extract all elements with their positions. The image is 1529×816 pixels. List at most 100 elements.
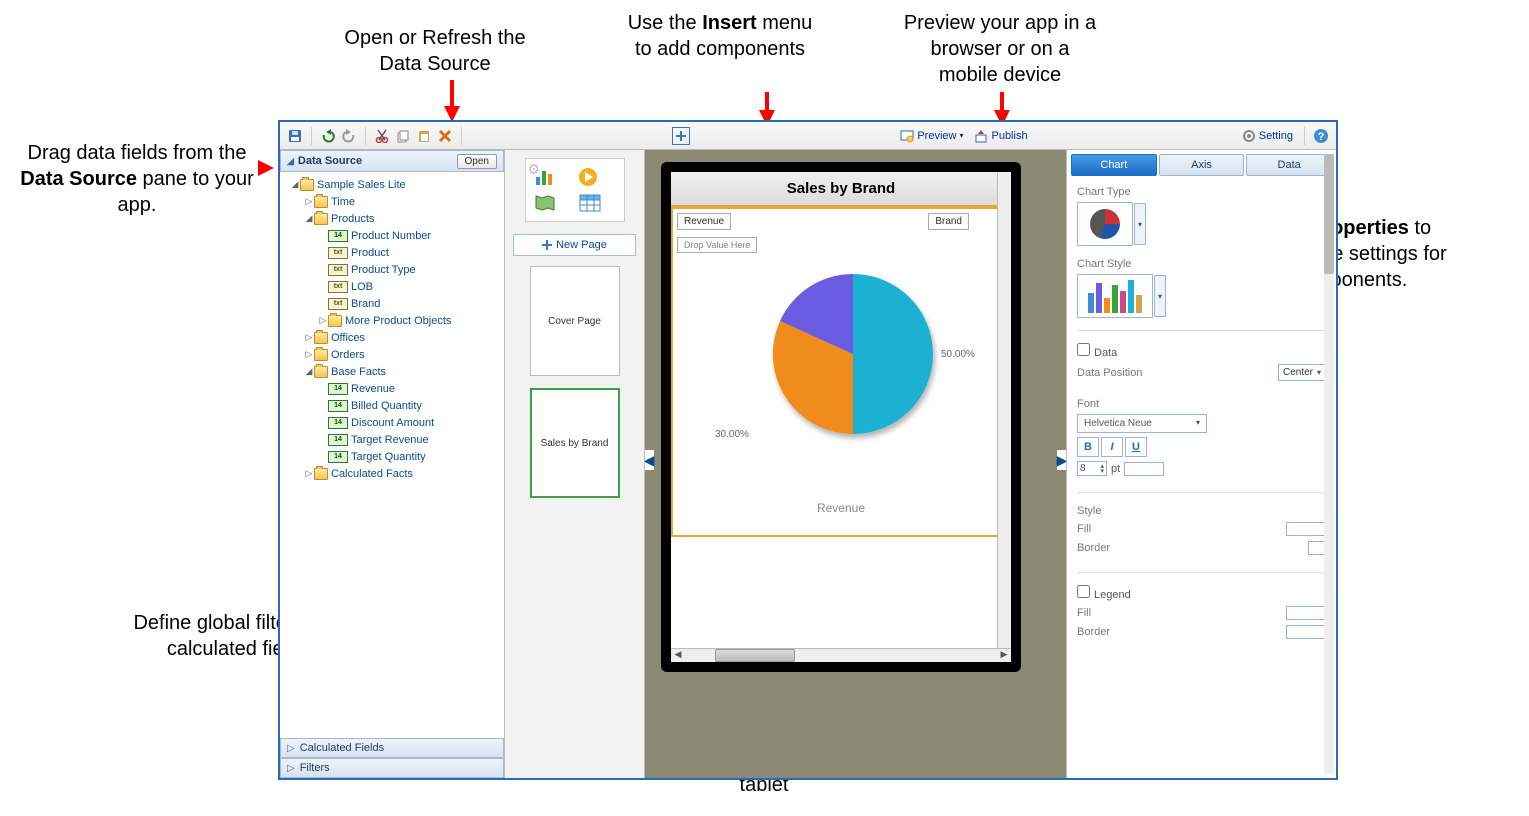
tree-folder-products[interactable]: ◢Products (282, 210, 502, 227)
collapse-left-icon[interactable]: ◀ (645, 450, 654, 470)
tree-folder-calc-facts[interactable]: ▷Calculated Facts (282, 465, 502, 482)
legend-fill-label: Fill (1077, 607, 1280, 619)
callout-open-refresh: Open or Refresh the Data Source (335, 25, 535, 77)
chevron-down-icon[interactable]: ▾ (1134, 203, 1146, 245)
publish-button[interactable]: Publish (970, 127, 1031, 145)
tree-folder-orders[interactable]: ▷Orders (282, 346, 502, 363)
page-thumb-sales-brand[interactable]: Sales by Brand (530, 388, 620, 498)
chart-type-selector[interactable]: ▾ (1077, 202, 1133, 246)
font-size-input[interactable]: 8▴▾ (1077, 461, 1107, 476)
cut-icon[interactable] (373, 127, 391, 145)
map-icon[interactable] (534, 193, 558, 213)
tab-chart[interactable]: Chart (1071, 154, 1157, 176)
tree-field[interactable]: 14Product Number (282, 227, 502, 244)
y-axis-field[interactable]: Revenue (677, 213, 731, 230)
bar-icon (1128, 280, 1134, 313)
vertical-scrollbar[interactable] (997, 172, 1011, 648)
insert-icon[interactable] (672, 127, 690, 145)
arrow-line (450, 80, 454, 108)
font-color-swatch[interactable] (1124, 462, 1164, 476)
tree-field[interactable]: 14Discount Amount (282, 414, 502, 431)
legend-border-swatch[interactable] (1286, 625, 1326, 639)
bar-icon (1088, 293, 1094, 313)
tree-root[interactable]: ◢Sample Sales Lite (282, 176, 502, 193)
redo-icon[interactable] (340, 127, 358, 145)
border-label: Border (1077, 542, 1302, 554)
save-icon[interactable] (286, 127, 304, 145)
horizontal-scrollbar[interactable]: ◀▶ (671, 648, 1011, 662)
legend-checkbox[interactable] (1077, 585, 1090, 598)
new-page-button[interactable]: New Page (513, 234, 636, 256)
italic-button[interactable]: I (1101, 437, 1123, 457)
data-source-header[interactable]: ◢ Data Source Open (280, 150, 504, 172)
legend-section-label: Legend (1094, 589, 1131, 601)
font-family-select[interactable]: Helvetica Neue (1077, 414, 1207, 433)
tree-folder-time[interactable]: ▷Time (282, 193, 502, 210)
panel-scrollbar[interactable] (1324, 154, 1334, 774)
data-source-tree: ◢Sample Sales Lite ▷Time ◢Products 14Pro… (280, 172, 504, 738)
folder-icon (314, 468, 328, 480)
tree-field[interactable]: txtBrand (282, 295, 502, 312)
properties-panel: Chart Axis Data Chart Type ▾ Chart Style… (1066, 150, 1336, 778)
legend-fill-swatch[interactable] (1286, 606, 1326, 620)
tab-axis[interactable]: Axis (1159, 154, 1245, 176)
device-frame: Sales by Brand ✥ Revenue Brand Drop Valu… (661, 162, 1021, 672)
bold-button[interactable]: B (1077, 437, 1099, 457)
play-icon[interactable] (578, 167, 602, 187)
chart-style-selector[interactable]: ▾ (1077, 274, 1153, 318)
bar-icon (1096, 283, 1102, 313)
x-axis-field[interactable]: Brand (928, 213, 969, 230)
data-section-label: Data (1094, 347, 1117, 359)
component-palette: ⚙ (525, 158, 625, 222)
data-source-title: Data Source (298, 155, 362, 167)
arrow-icon (258, 160, 274, 176)
gear-icon (1242, 129, 1256, 143)
tree-folder-offices[interactable]: ▷Offices (282, 329, 502, 346)
tree-field[interactable]: 14Revenue (282, 380, 502, 397)
preview-icon (900, 129, 914, 143)
folder-icon (314, 366, 328, 378)
drop-value-zone[interactable]: Drop Value Here (677, 237, 757, 253)
numeric-badge-icon: 14 (328, 417, 348, 429)
tree-field[interactable]: txtProduct (282, 244, 502, 261)
tab-data[interactable]: Data (1246, 154, 1332, 176)
tree-field[interactable]: 14Billed Quantity (282, 397, 502, 414)
tree-field[interactable]: txtProduct Type (282, 261, 502, 278)
underline-button[interactable]: U (1125, 437, 1147, 457)
chart-component[interactable]: Revenue Brand Drop Value Here (671, 207, 1011, 537)
copy-icon[interactable] (394, 127, 412, 145)
help-icon[interactable]: ? (1312, 127, 1330, 145)
data-checkbox[interactable] (1077, 343, 1090, 356)
undo-icon[interactable] (319, 127, 337, 145)
page-title: Sales by Brand (671, 172, 1011, 207)
setting-button[interactable]: Setting (1238, 127, 1297, 145)
tree-field[interactable]: txtLOB (282, 278, 502, 295)
delete-icon[interactable] (436, 127, 454, 145)
property-tabs: Chart Axis Data (1071, 154, 1332, 176)
font-section-label: Font (1077, 398, 1326, 410)
gear-icon[interactable]: ⚙ (528, 161, 541, 178)
filters-section[interactable]: ▷Filters (280, 758, 504, 778)
chevron-down-icon[interactable]: ▾ (1154, 275, 1166, 317)
tree-folder-more-products[interactable]: ▷More Product Objects (282, 312, 502, 329)
page-thumb-cover[interactable]: Cover Page (530, 266, 620, 376)
collapse-right-icon[interactable]: ▶ (1057, 450, 1066, 470)
tree-field[interactable]: 14Target Quantity (282, 448, 502, 465)
setting-label: Setting (1259, 130, 1293, 142)
toolbar: Preview▾ Publish Setting ? (280, 122, 1336, 150)
pie-slice-label: 50.00% (941, 349, 975, 360)
data-position-label: Data Position (1077, 367, 1272, 379)
fill-swatch[interactable] (1286, 522, 1326, 536)
numeric-badge-icon: 14 (328, 230, 348, 242)
open-button[interactable]: Open (457, 154, 497, 169)
paste-icon[interactable] (415, 127, 433, 145)
preview-button[interactable]: Preview▾ (896, 127, 967, 145)
arrow-line (765, 92, 769, 112)
table-icon[interactable] (578, 193, 602, 213)
publish-icon (974, 129, 988, 143)
tree-folder-base-facts[interactable]: ◢Base Facts (282, 363, 502, 380)
calculated-fields-section[interactable]: ▷Calculated Fields (280, 738, 504, 758)
bar-icon (1104, 298, 1110, 313)
tree-field[interactable]: 14Target Revenue (282, 431, 502, 448)
data-position-select[interactable]: Center (1278, 364, 1326, 381)
